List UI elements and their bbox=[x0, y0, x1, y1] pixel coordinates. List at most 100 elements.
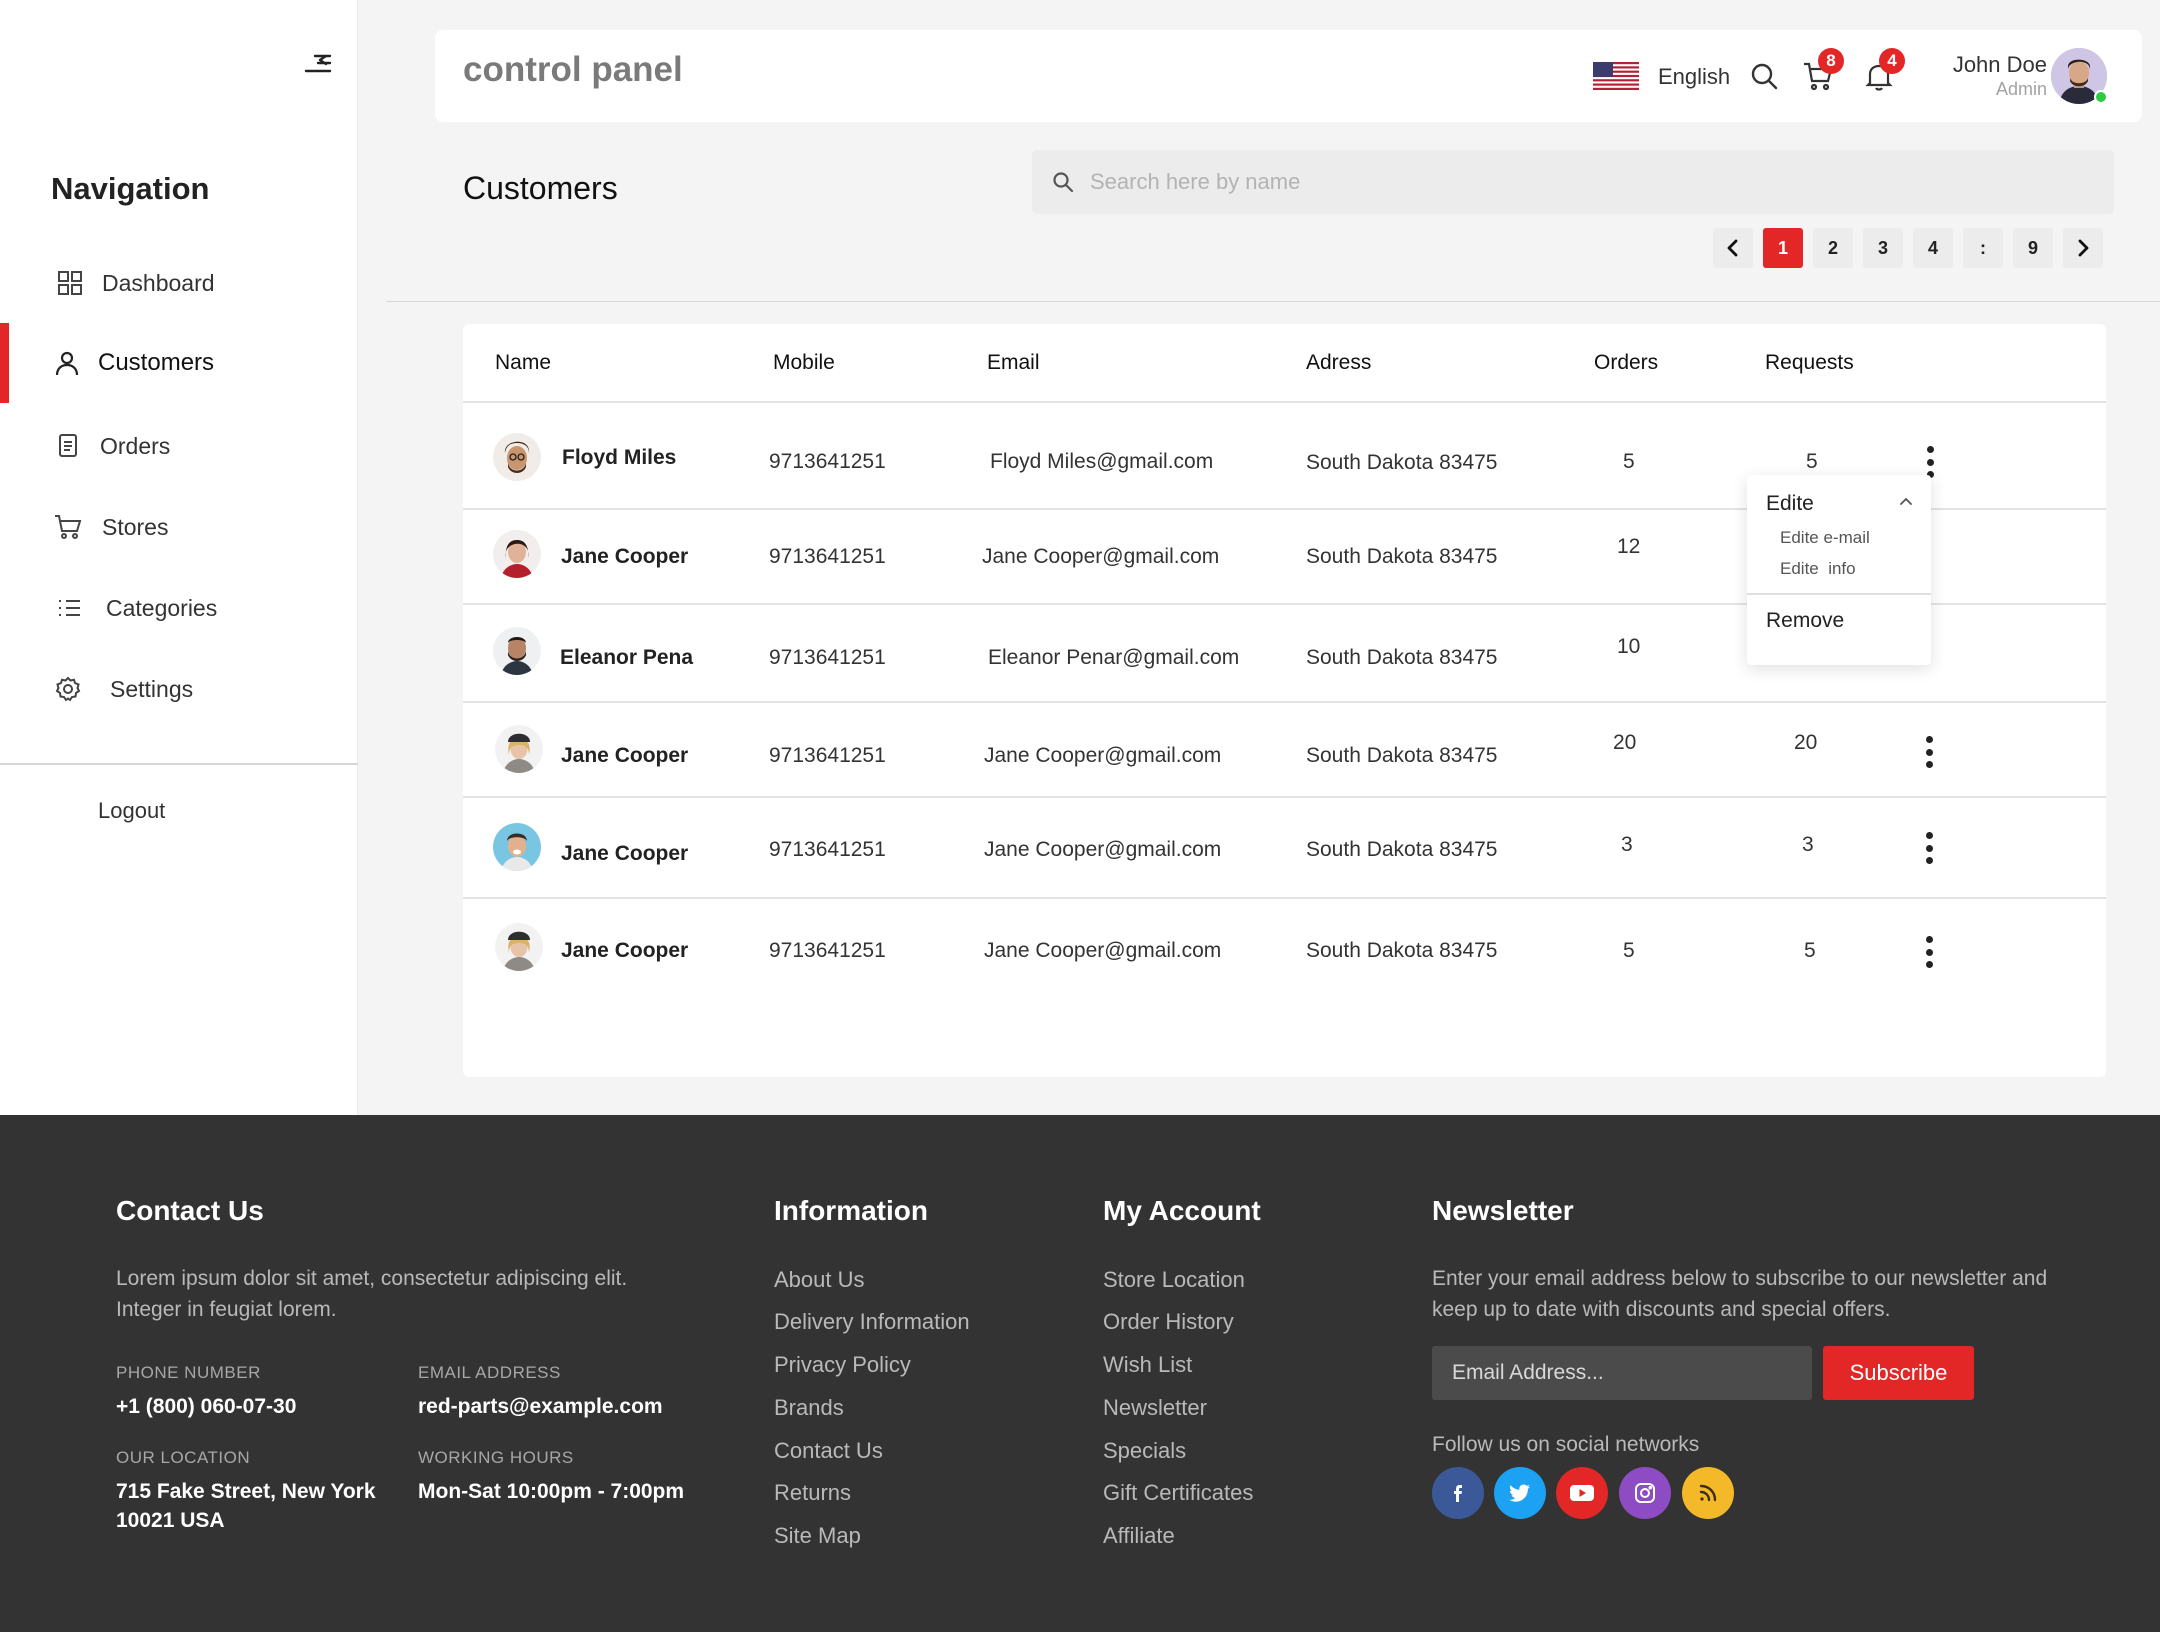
newsletter-email-input[interactable] bbox=[1432, 1346, 1812, 1400]
phone-label: PHONE NUMBER bbox=[116, 1363, 261, 1382]
footer-link-site-map[interactable]: Site Map bbox=[774, 1523, 861, 1549]
cart-icon bbox=[53, 513, 82, 541]
table-row[interactable]: Jane Cooper 9713641251 Jane Cooper@gmail… bbox=[463, 701, 2106, 796]
row-menu-icon[interactable] bbox=[1919, 734, 1939, 770]
sidebar-item-customers[interactable]: Customers bbox=[0, 323, 358, 403]
user-icon bbox=[53, 349, 81, 377]
sidebar-item-label: Customers bbox=[98, 349, 215, 376]
customer-email: Jane Cooper@gmail.com bbox=[984, 838, 1222, 861]
customer-mobile: 9713641251 bbox=[769, 545, 886, 568]
customer-email: Floyd Miles@gmail.com bbox=[990, 450, 1214, 473]
user-role: Admin bbox=[1995, 79, 2047, 99]
footer-link-about-us[interactable]: About Us bbox=[774, 1267, 865, 1293]
content-divider bbox=[386, 301, 2160, 302]
edit-info-menu-item[interactable]: Edite info bbox=[1780, 559, 1856, 579]
sidebar-item-orders[interactable]: Orders bbox=[0, 406, 358, 486]
sidebar-item-settings[interactable]: Settings bbox=[0, 649, 358, 729]
sidebar-item-stores[interactable]: Stores bbox=[0, 487, 358, 567]
customer-orders: 10 bbox=[1617, 635, 1641, 658]
column-header-email[interactable]: Email bbox=[987, 351, 1040, 375]
footer-link-store-location[interactable]: Store Location bbox=[1103, 1267, 1245, 1293]
app-title: control panel bbox=[463, 50, 683, 89]
edit-email-menu-item[interactable]: Edite e-mail bbox=[1780, 528, 1870, 548]
customer-address: South Dakota 83475 bbox=[1306, 451, 1498, 474]
edit-menu-item[interactable]: Edite bbox=[1766, 492, 1814, 516]
footer-link-contact[interactable]: Contact Us bbox=[774, 1438, 883, 1464]
sidebar-item-label: Categories bbox=[106, 594, 218, 621]
avatar bbox=[493, 530, 541, 578]
sidebar-item-label: Stores bbox=[102, 513, 169, 540]
footer-link-specials[interactable]: Specials bbox=[1103, 1438, 1186, 1464]
column-header-requests[interactable]: Requests bbox=[1765, 351, 1854, 375]
customer-mobile: 9713641251 bbox=[769, 646, 886, 669]
footer-link-wish-list[interactable]: Wish List bbox=[1103, 1352, 1192, 1378]
customer-orders: 3 bbox=[1621, 833, 1633, 856]
search-icon bbox=[1051, 170, 1075, 194]
footer-link-gift-certificates[interactable]: Gift Certificates bbox=[1103, 1480, 1253, 1506]
youtube-icon[interactable] bbox=[1556, 1467, 1608, 1519]
page-button[interactable]: 9 bbox=[2013, 228, 2053, 268]
column-header-address[interactable]: Adress bbox=[1306, 351, 1371, 375]
prev-page-button[interactable] bbox=[1713, 228, 1753, 268]
customer-email: Jane Cooper@gmail.com bbox=[984, 939, 1222, 962]
sidebar-item-label: Orders bbox=[100, 432, 171, 459]
customer-orders: 5 bbox=[1623, 939, 1635, 962]
column-header-orders[interactable]: Orders bbox=[1594, 351, 1658, 375]
page-button[interactable]: 1 bbox=[1763, 228, 1803, 268]
customer-address: South Dakota 83475 bbox=[1306, 939, 1498, 962]
customer-email: Jane Cooper@gmail.com bbox=[984, 744, 1222, 767]
column-header-mobile[interactable]: Mobile bbox=[773, 351, 835, 375]
customer-orders: 12 bbox=[1617, 535, 1641, 558]
table-row[interactable]: Jane Cooper 9713641251 Jane Cooper@gmail… bbox=[463, 796, 2106, 897]
page-title: Customers bbox=[463, 170, 618, 206]
document-icon bbox=[54, 432, 82, 460]
remove-menu-item[interactable]: Remove bbox=[1766, 609, 1844, 633]
sidebar-item-categories[interactable]: Categories bbox=[0, 568, 358, 648]
follow-text: Follow us on social networks bbox=[1432, 1433, 1700, 1456]
page-button[interactable]: 4 bbox=[1913, 228, 1953, 268]
instagram-icon[interactable] bbox=[1619, 1467, 1671, 1519]
row-action-menu: Edite Edite e-mail Edite info Remove bbox=[1747, 475, 1931, 665]
row-menu-icon[interactable] bbox=[1919, 830, 1939, 866]
subscribe-button[interactable]: Subscribe bbox=[1823, 1346, 1974, 1400]
customer-address: South Dakota 83475 bbox=[1306, 838, 1498, 861]
customer-orders: 5 bbox=[1623, 450, 1635, 473]
customer-requests: 5 bbox=[1804, 939, 1816, 962]
location-value: 715 Fake Street, New York 10021 USA bbox=[116, 1480, 376, 1532]
footer-link-privacy[interactable]: Privacy Policy bbox=[774, 1352, 911, 1378]
footer-link-affiliate[interactable]: Affiliate bbox=[1103, 1523, 1175, 1549]
column-header-name[interactable]: Name bbox=[495, 351, 551, 375]
footer-link-delivery[interactable]: Delivery Information bbox=[774, 1309, 970, 1335]
chevron-up-icon[interactable] bbox=[1897, 493, 1915, 511]
online-status-dot bbox=[2094, 90, 2108, 104]
customer-mobile: 9713641251 bbox=[769, 838, 886, 861]
language-selector[interactable]: English bbox=[1658, 64, 1730, 90]
footer-link-order-history[interactable]: Order History bbox=[1103, 1309, 1234, 1335]
row-menu-icon[interactable] bbox=[1919, 934, 1939, 970]
footer-link-newsletter[interactable]: Newsletter bbox=[1103, 1395, 1207, 1421]
menu-divider bbox=[1747, 593, 1931, 595]
page-button[interactable]: 2 bbox=[1813, 228, 1853, 268]
footer-link-returns[interactable]: Returns bbox=[774, 1480, 851, 1506]
us-flag-icon[interactable] bbox=[1593, 62, 1639, 90]
customer-orders: 20 bbox=[1613, 731, 1637, 754]
search-input[interactable] bbox=[1090, 150, 2090, 214]
sidebar-item-dashboard[interactable]: Dashboard bbox=[0, 243, 358, 323]
next-page-button[interactable] bbox=[2063, 228, 2103, 268]
search-icon[interactable] bbox=[1748, 60, 1780, 92]
logout-link[interactable]: Logout bbox=[98, 798, 165, 824]
table-row[interactable]: Jane Cooper 9713641251 Jane Cooper@gmail… bbox=[463, 897, 2106, 997]
collapse-sidebar-icon[interactable] bbox=[302, 50, 332, 80]
rss-icon[interactable] bbox=[1682, 1467, 1734, 1519]
customer-email: Eleanor Penar@gmail.com bbox=[988, 646, 1240, 669]
page-button[interactable]: 3 bbox=[1863, 228, 1903, 268]
sidebar-divider bbox=[0, 763, 358, 765]
twitter-icon[interactable] bbox=[1494, 1467, 1546, 1519]
hours-label: WORKING HOURS bbox=[418, 1448, 574, 1467]
newsletter-text: Enter your email address below to subscr… bbox=[1432, 1267, 2048, 1321]
bell-icon[interactable]: 4 bbox=[1863, 48, 1905, 92]
facebook-icon[interactable] bbox=[1432, 1467, 1484, 1519]
footer-link-brands[interactable]: Brands bbox=[774, 1395, 844, 1421]
cart-icon[interactable]: 8 bbox=[1802, 48, 1844, 92]
avatar bbox=[493, 627, 541, 675]
